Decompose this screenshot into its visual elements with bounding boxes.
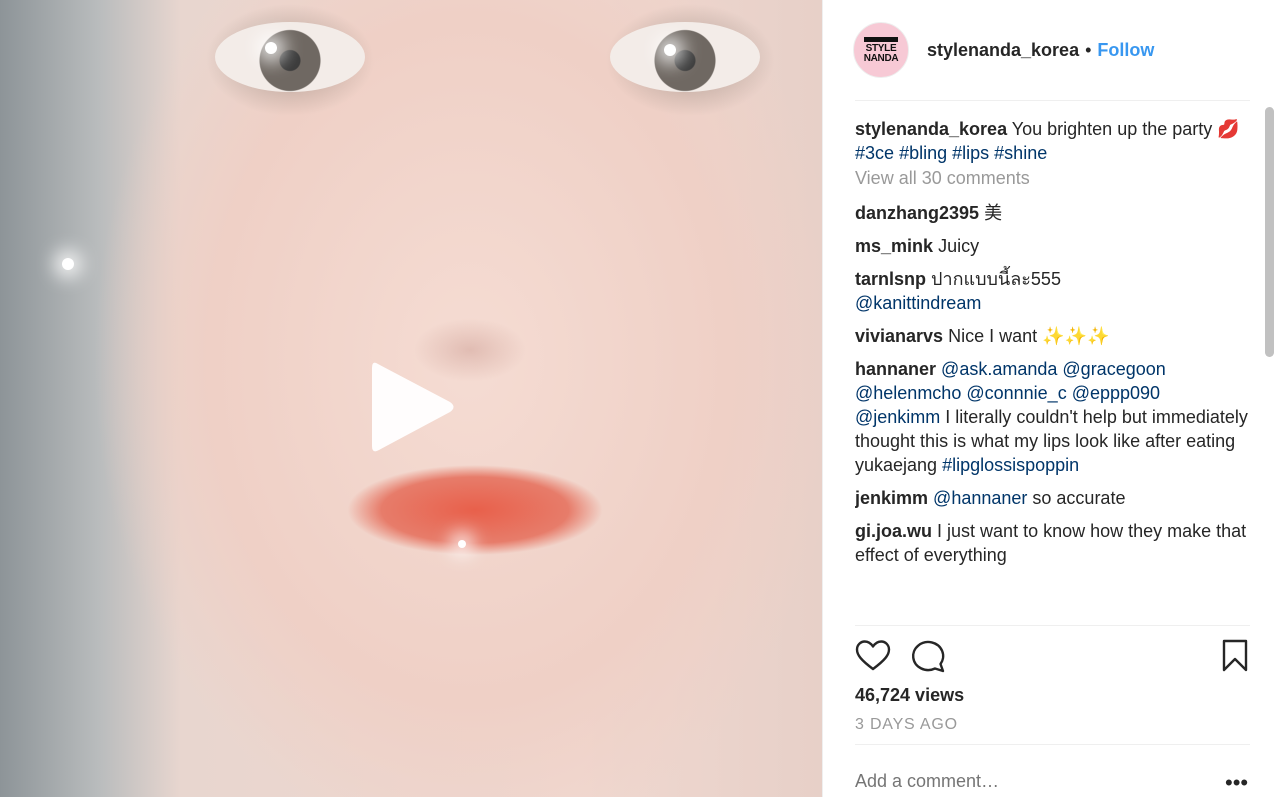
comment-username[interactable]: tarnlsnp [855,269,926,289]
comment-mention[interactable]: @ask.amanda [941,359,1057,379]
separator-dot: • [1085,39,1092,60]
action-bar [855,638,1250,674]
caption: stylenanda_korea You brighten up the par… [855,117,1250,165]
eye-sparkle-right [664,44,676,56]
comment: ms_mink Juicy [855,234,1250,258]
comments-divider [855,625,1250,626]
footer-divider [855,744,1250,745]
hashtag[interactable]: #bling [899,143,947,163]
comment-mention[interactable]: @gracegoon [1062,359,1165,379]
comment-icon[interactable] [911,638,947,674]
comment: vivianarvs Nice I want ✨✨✨ [855,324,1250,348]
comment-mention[interactable]: @hannaner [933,488,1027,508]
lip-sparkle [458,540,466,548]
comment-username[interactable]: gi.joa.wu [855,521,932,541]
avatar-text-line-1: STYLE [865,42,897,54]
scrollbar-thumb[interactable] [1265,107,1274,357]
earring-sparkle [62,258,74,270]
comment-text: so accurate [1032,488,1126,508]
bookmark-icon[interactable] [1217,638,1253,674]
comment-mention[interactable]: @connnie_c [966,383,1066,403]
hashtag[interactable]: #lips [952,143,989,163]
caption-text: You brighten up the party 💋 [1011,119,1240,139]
comment-text: Nice I want ✨✨✨ [948,326,1110,346]
comments-list: stylenanda_korea You brighten up the par… [855,117,1250,625]
view-all-comments-link[interactable]: View all 30 comments [855,166,1250,190]
comment-text: 美 [984,203,1003,223]
avatar-text-line-2: NANDA [863,52,899,64]
post-video[interactable] [0,0,822,797]
eye-sparkle-left [265,42,277,54]
account-handle[interactable]: stylenanda_korea [927,40,1079,61]
view-count[interactable]: 46,724 views [855,685,964,706]
right-eye [610,22,760,92]
comment-username[interactable]: jenkimm [855,488,928,508]
comment: jenkimm @hannaner so accurate [855,486,1250,510]
comment-text: ปากแบบนี้ละ555 [931,269,1061,289]
comment-username[interactable]: vivianarvs [855,326,943,346]
comment-text: Juicy [938,236,980,256]
comment-mention[interactable]: @eppp090 [1072,383,1160,403]
post-timestamp: 3 DAYS AGO [855,716,958,733]
post-header: STYLE NANDA stylenanda_korea • Follow [853,18,1154,82]
left-eye [215,22,365,92]
more-options-icon[interactable]: ••• [1225,772,1248,794]
avatar[interactable]: STYLE NANDA [853,22,909,78]
post-sidebar: STYLE NANDA stylenanda_korea • Follow st… [822,0,1280,797]
follow-button[interactable]: Follow [1097,40,1154,61]
play-icon[interactable] [362,352,462,462]
heart-icon[interactable] [855,638,891,674]
hashtag[interactable]: #shine [994,143,1047,163]
comment-mention[interactable]: @helenmcho [855,383,961,403]
comment-mention[interactable]: @kanittindream [855,293,981,313]
comment-username[interactable]: hannaner [855,359,936,379]
add-comment-input[interactable] [855,771,1215,792]
logo-bar [864,36,898,42]
comment-username[interactable]: danzhang2395 [855,203,979,223]
comment: tarnlsnp ปากแบบนี้ละ555 @kanittindream [855,267,1250,315]
header-divider [855,100,1250,101]
hashtag[interactable]: #3ce [855,143,894,163]
comments-scrollbar[interactable] [1263,104,1275,624]
hashtag[interactable]: #lipglossispoppin [942,455,1079,475]
comment-username[interactable]: ms_mink [855,236,933,256]
comment-mention[interactable]: @jenkimm [855,407,940,427]
caption-username[interactable]: stylenanda_korea [855,119,1007,139]
comment: danzhang2395 美 [855,201,1250,225]
comment: gi.joa.wu I just want to know how they m… [855,519,1250,567]
comment: hannaner @ask.amanda @gracegoon @helenmc… [855,357,1250,477]
